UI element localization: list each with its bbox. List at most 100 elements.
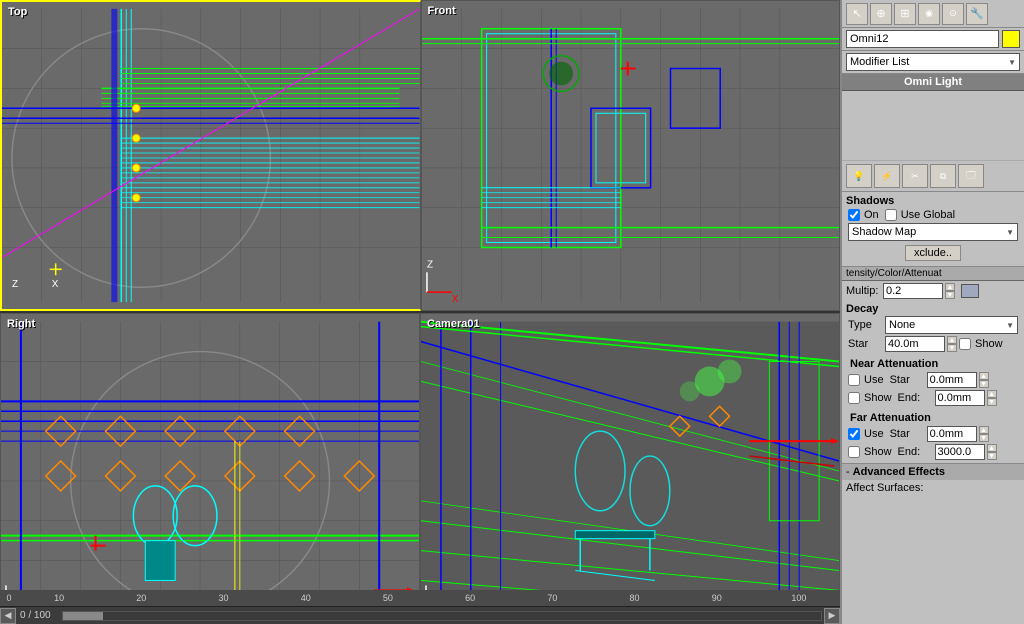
viewport-bottom-right[interactable]: Camera01 (420, 313, 840, 624)
scroll-left-btn[interactable]: ◀ (0, 608, 16, 624)
near-show-checkbox[interactable] (848, 392, 860, 404)
timeline-position: 0 / 100 (20, 610, 56, 621)
near-show-label: Show (864, 392, 892, 404)
light-icon-row: 💡 ⚡ ✂ ⧉ 🗔 (842, 161, 1024, 192)
timeline-tick-60: 60 (429, 593, 511, 603)
main-toolbar: ↖ ⊕ ⊞ ◉ ⊙ 🔧 (842, 0, 1024, 28)
decay-start-down[interactable]: ▼ (947, 344, 957, 352)
exclude-btn-row: xclude.. (846, 242, 1020, 264)
viewport-top-right-label: Front (428, 5, 456, 17)
near-start-up[interactable]: ▲ (979, 372, 989, 380)
timeline-tick-10: 10 (18, 593, 100, 603)
timeline-bar: 0 10 20 30 40 50 60 70 80 90 100 (0, 590, 840, 606)
decay-show-label: Show (975, 338, 1003, 350)
near-end-down[interactable]: ▼ (987, 398, 997, 406)
timeline-tick-100: 100 (758, 593, 840, 603)
scroll-track[interactable] (62, 611, 822, 621)
display-tool-btn[interactable]: ⊙ (942, 3, 964, 25)
far-end-up[interactable]: ▲ (987, 444, 997, 452)
viewport-top-right-canvas: Z X (422, 1, 840, 310)
affect-surfaces-label: Affect Surfaces: (846, 482, 923, 494)
near-start-label: Star (890, 374, 925, 386)
modifier-dropdown-arrow: ▼ (1008, 58, 1016, 67)
object-name-input[interactable] (846, 30, 999, 48)
move-tool-btn[interactable]: ⊕ (870, 3, 892, 25)
advanced-effects-section[interactable]: - Advanced Effects (842, 463, 1024, 480)
multip-up[interactable]: ▲ (945, 283, 955, 291)
viewport-area: Top (0, 0, 840, 624)
motion-icon-btn[interactable]: ⚡ (874, 164, 900, 188)
viewport-bottom-left[interactable]: Right (0, 313, 420, 624)
timeline-tick-0: 0 (0, 593, 18, 603)
svg-text:Z: Z (12, 279, 18, 290)
exclude-button[interactable]: xclude.. (905, 245, 961, 261)
shadow-type-arrow: ▼ (1006, 228, 1014, 237)
near-atten-section: Near Attenuation Use Star ▲ ▼ Show End: … (842, 355, 1024, 409)
modifier-list-dropdown[interactable]: Modifier List ▼ (846, 53, 1020, 71)
render-icon-btn[interactable]: ⧉ (930, 164, 956, 188)
near-start-input[interactable] (927, 372, 977, 388)
adv-effects-arrow: - (846, 466, 850, 478)
select-tool-btn[interactable]: ↖ (846, 3, 868, 25)
intensity-color-box[interactable] (961, 284, 979, 298)
object-color-swatch[interactable] (1002, 30, 1020, 48)
far-show-row: Show End: ▲ ▼ (846, 443, 1020, 461)
shadows-use-global-label: Use Global (901, 209, 955, 221)
atmo-icon-btn[interactable]: ✂ (902, 164, 928, 188)
near-start-down[interactable]: ▼ (979, 380, 989, 388)
decay-start-label: Star (848, 338, 883, 350)
shadows-section: Shadows On Use Global Shadow Map ▼ xclud… (842, 192, 1024, 266)
extra-icon-btn[interactable]: 🗔 (958, 164, 984, 188)
scroll-right-btn[interactable]: ▶ (824, 608, 840, 624)
far-end-down[interactable]: ▼ (987, 452, 997, 460)
svg-text:X: X (451, 294, 458, 305)
far-use-checkbox[interactable] (848, 428, 860, 440)
far-start-input[interactable] (927, 426, 977, 442)
near-start-spinner: ▲ ▼ (979, 372, 989, 388)
decay-type-dropdown[interactable]: None ▼ (885, 316, 1018, 334)
intensity-bar: tensity/Color/Attenuat (842, 266, 1024, 281)
multip-input[interactable] (883, 283, 943, 299)
viewport-bottom-right-label: Camera01 (427, 318, 480, 330)
viewport-top-left[interactable]: Top (0, 0, 421, 311)
svg-text:Z: Z (426, 259, 432, 270)
far-show-checkbox[interactable] (848, 446, 860, 458)
far-start-label: Star (890, 428, 925, 440)
timeline-scrollbar[interactable]: ◀ 0 / 100 ▶ (0, 606, 840, 624)
decay-start-input[interactable] (885, 336, 945, 352)
advanced-effects-label: Advanced Effects (853, 466, 945, 478)
far-start-down[interactable]: ▼ (979, 434, 989, 442)
far-atten-section: Far Attenuation Use Star ▲ ▼ Show End: ▲… (842, 409, 1024, 463)
viewport-top-left-label: Top (8, 6, 27, 18)
object-name-row (842, 28, 1024, 51)
shadows-on-checkbox[interactable] (848, 209, 860, 221)
far-start-up[interactable]: ▲ (979, 426, 989, 434)
near-end-up[interactable]: ▲ (987, 390, 997, 398)
motion-tool-btn[interactable]: ◉ (918, 3, 940, 25)
shadow-type-dropdown[interactable]: Shadow Map ▼ (848, 223, 1018, 241)
decay-start-spinner: ▲ ▼ (947, 336, 957, 352)
viewport-bottom-right-canvas: Z X (421, 314, 839, 623)
right-panel: ↖ ⊕ ⊞ ◉ ⊙ 🔧 Modifier List ▼ Omni Light 💡… (840, 0, 1024, 624)
far-end-input[interactable] (935, 444, 985, 460)
timeline-tick-40: 40 (265, 593, 347, 603)
decay-start-row: Star ▲ ▼ Show (846, 335, 1020, 353)
multip-down[interactable]: ▼ (945, 291, 955, 299)
decay-start-up[interactable]: ▲ (947, 336, 957, 344)
near-use-label: Use (864, 374, 884, 386)
scroll-thumb[interactable] (63, 612, 103, 620)
hierarchy-tool-btn[interactable]: ⊞ (894, 3, 916, 25)
near-end-spinner: ▲ ▼ (987, 390, 997, 406)
near-end-input[interactable] (935, 390, 985, 406)
decay-show-checkbox[interactable] (959, 338, 971, 350)
shadows-use-global-checkbox[interactable] (885, 209, 897, 221)
far-end-spinner: ▲ ▼ (987, 444, 997, 460)
near-use-checkbox[interactable] (848, 374, 860, 386)
general-icon-btn[interactable]: 💡 (846, 164, 872, 188)
near-use-row: Use Star ▲ ▼ (846, 371, 1020, 389)
viewport-top-right[interactable]: Front (421, 0, 841, 311)
viewport-bottom-left-canvas: Y X (1, 314, 419, 623)
timeline-tick-80: 80 (593, 593, 675, 603)
utilities-tool-btn[interactable]: 🔧 (966, 3, 988, 25)
near-atten-label: Near Attenuation (846, 357, 1020, 371)
